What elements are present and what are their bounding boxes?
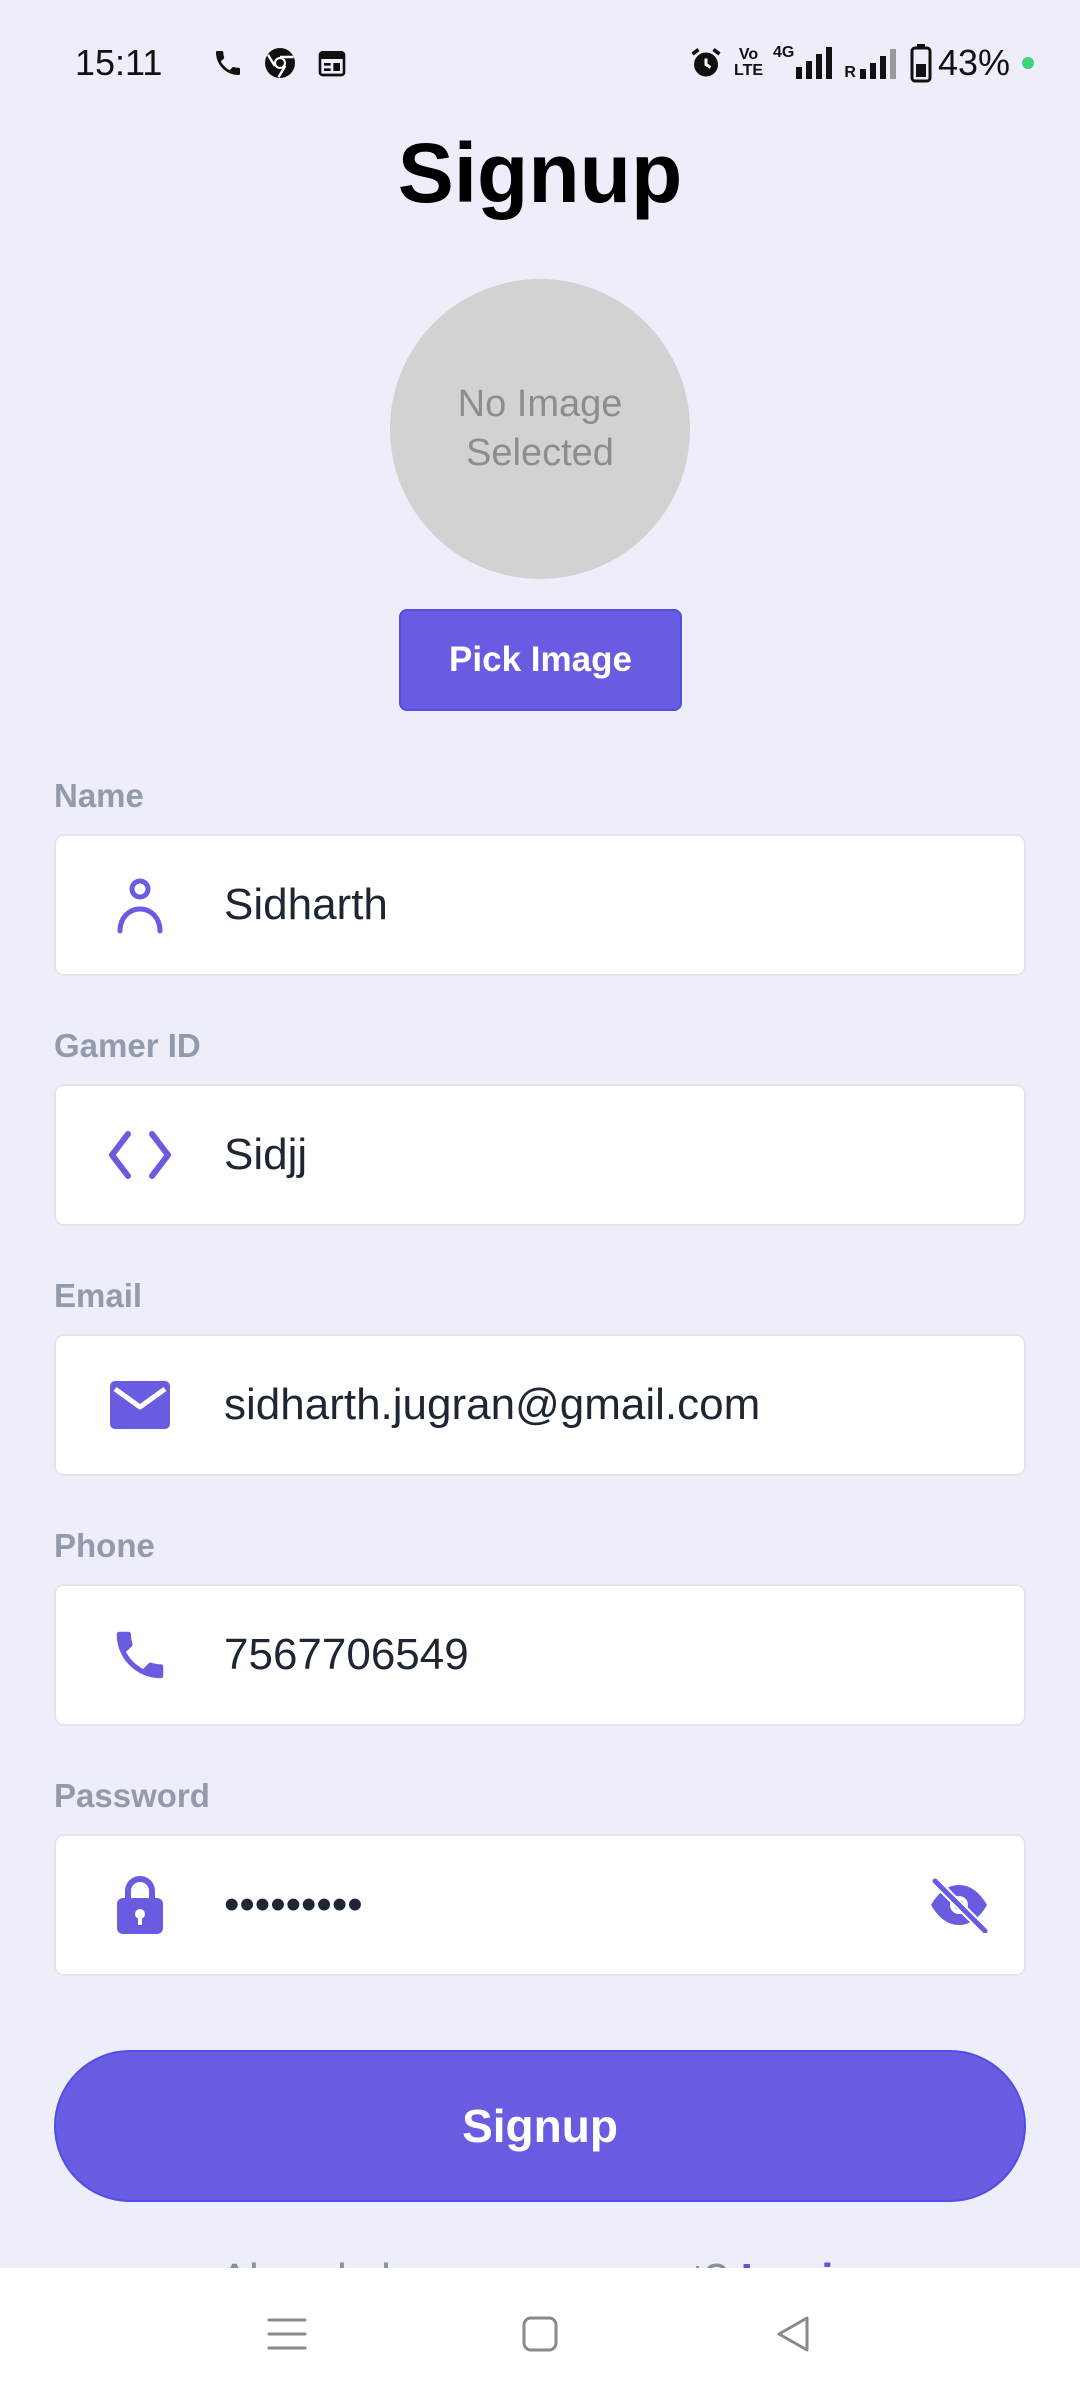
email-input[interactable]: sidharth.jugran@gmail.com xyxy=(224,1380,1024,1430)
status-dot xyxy=(1022,57,1034,69)
eye-off-icon[interactable] xyxy=(894,1836,1024,1974)
password-label: Password xyxy=(54,1777,210,1814)
password-field[interactable]: ••••••••• xyxy=(54,1834,1026,1976)
battery-percent: 43% xyxy=(937,42,1010,83)
email-label: Email xyxy=(54,1277,143,1314)
signal-4g-icon: 4G xyxy=(773,43,834,83)
avatar-placeholder-text: No Image Selected xyxy=(457,383,623,474)
volte-icon: Vo LTE xyxy=(734,46,764,79)
login-link[interactable]: Login xyxy=(741,2255,861,2268)
avatar-placeholder[interactable]: No Image Selected xyxy=(390,279,690,579)
chrome-icon xyxy=(260,43,300,83)
status-time: 15:11 xyxy=(75,42,163,83)
name-input[interactable]: Sidharth xyxy=(224,880,1024,930)
phone-label: Phone xyxy=(54,1527,155,1564)
home-icon[interactable] xyxy=(500,2294,580,2374)
status-bar: 15:11 Vo LTE 4G R 43% xyxy=(0,0,1080,126)
password-input[interactable]: ••••••••• xyxy=(224,1880,894,1930)
phone-icon xyxy=(208,43,248,83)
phone-input[interactable]: 7567706549 xyxy=(224,1630,1024,1680)
name-label: Name xyxy=(54,777,144,814)
gamer-id-label: Gamer ID xyxy=(54,1027,201,1064)
page-title: Signup xyxy=(397,126,683,220)
navigation-bar xyxy=(0,2268,1080,2400)
pick-image-button[interactable]: Pick Image xyxy=(399,609,682,711)
mail-icon xyxy=(56,1336,224,1474)
phone-icon xyxy=(56,1586,224,1724)
menu-icon[interactable] xyxy=(247,2294,327,2374)
battery-icon xyxy=(910,43,932,83)
login-prompt-text: Already have an account? xyxy=(220,2255,729,2268)
gamer-id-input[interactable]: Sidjj xyxy=(224,1130,1024,1180)
lock-icon xyxy=(56,1836,224,1974)
gamer-id-field[interactable]: Sidjj xyxy=(54,1084,1026,1226)
signup-button[interactable]: Signup xyxy=(54,2050,1026,2202)
code-icon xyxy=(56,1086,224,1224)
login-prompt: Already have an account? Login xyxy=(0,2250,1080,2268)
signup-screen: 15:11 Vo LTE 4G R 43% Signup No Image Se… xyxy=(0,0,1080,2400)
person-icon xyxy=(56,836,224,974)
phone-field[interactable]: 7567706549 xyxy=(54,1584,1026,1726)
calendar-icon xyxy=(312,43,352,83)
signal-roaming-icon: R xyxy=(844,43,900,83)
email-field[interactable]: sidharth.jugran@gmail.com xyxy=(54,1334,1026,1476)
name-field[interactable]: Sidharth xyxy=(54,834,1026,976)
back-icon[interactable] xyxy=(753,2294,833,2374)
alarm-icon xyxy=(688,43,724,83)
